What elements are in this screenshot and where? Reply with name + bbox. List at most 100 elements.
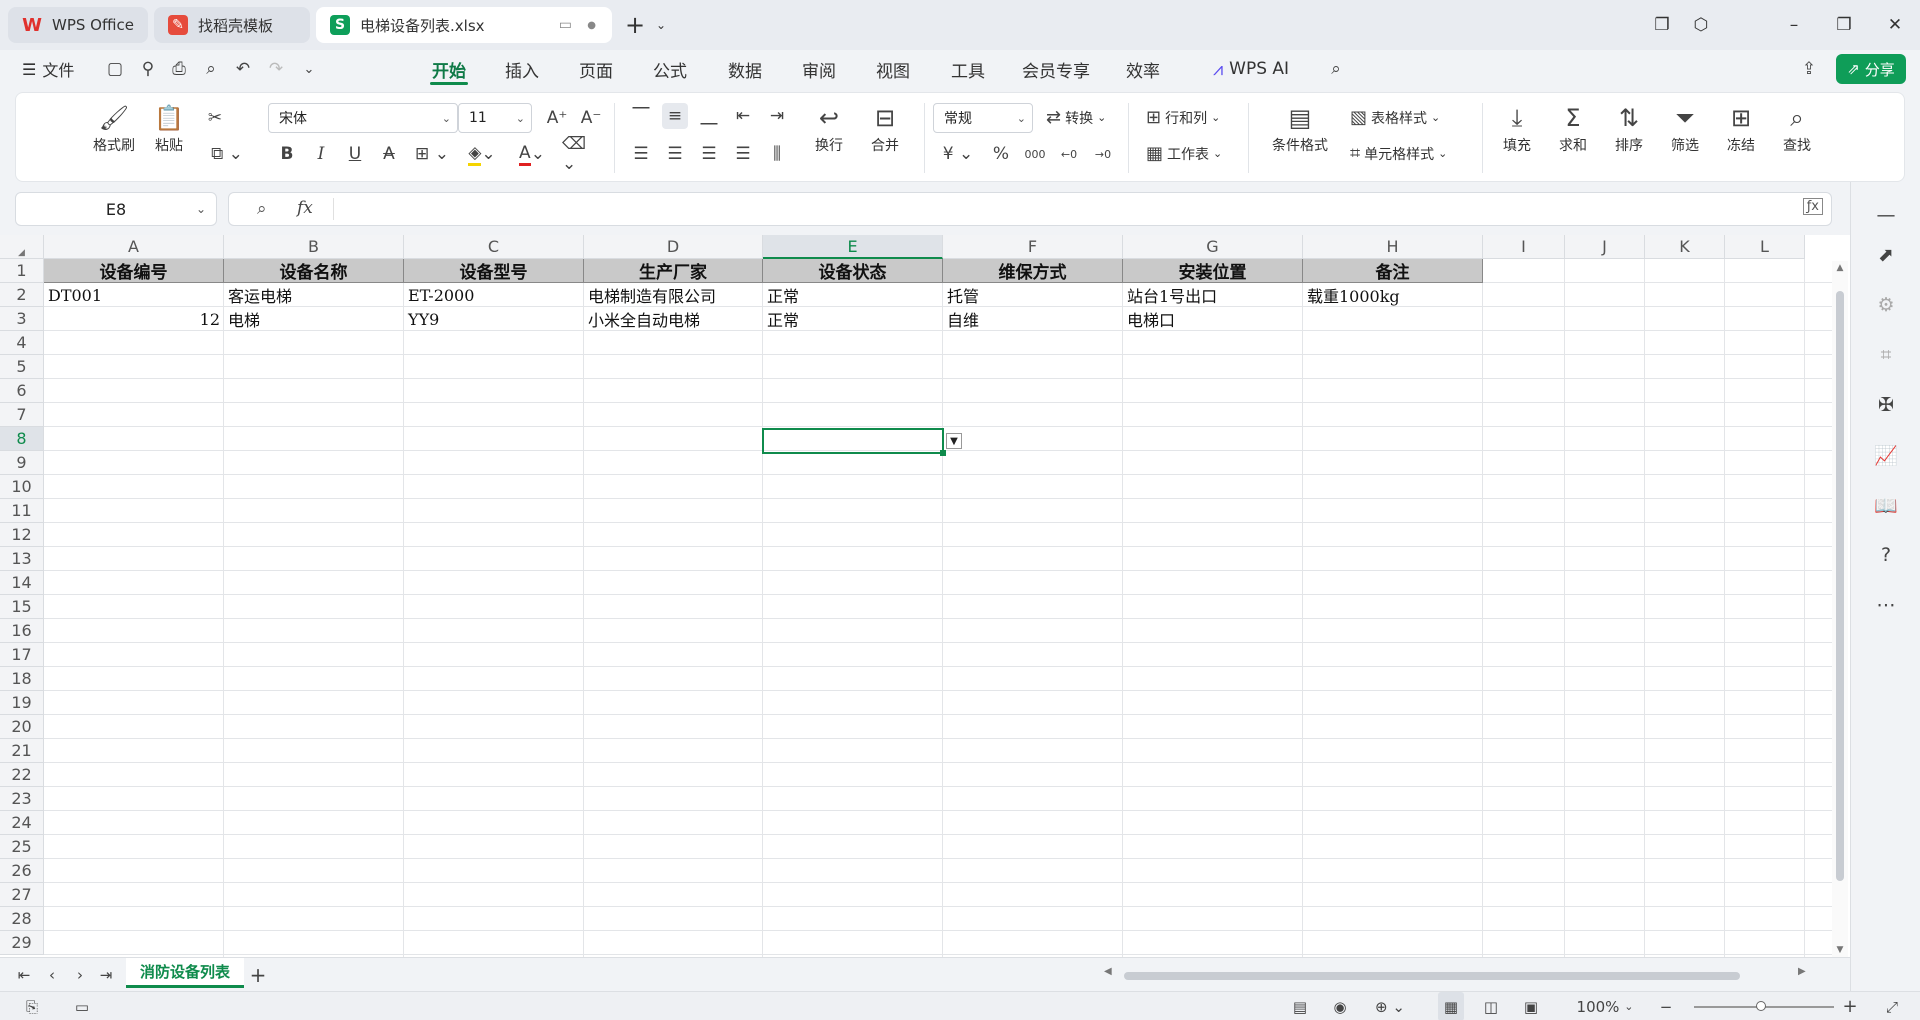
row-header-14[interactable]: 14: [0, 571, 44, 595]
cell-g2[interactable]: 站台1号出口: [1123, 283, 1303, 307]
row-header-3[interactable]: 3: [0, 307, 44, 331]
row-header-17[interactable]: 17: [0, 643, 44, 667]
underline-button[interactable]: U: [342, 141, 368, 167]
sort-button[interactable]: ⇅ 排序: [1606, 101, 1652, 155]
menu-efficiency[interactable]: 效率: [1116, 50, 1170, 88]
align-right-icon[interactable]: ☰: [696, 141, 722, 167]
cell-a3[interactable]: 12: [44, 307, 224, 331]
justify-icon[interactable]: ☰: [730, 141, 756, 167]
page-view-icon[interactable]: ▣: [1518, 992, 1544, 1020]
fullscreen-icon[interactable]: ⤢: [1880, 992, 1904, 1020]
macro-icon[interactable]: ⎘: [20, 992, 44, 1020]
column-header-f[interactable]: F: [943, 235, 1123, 259]
spreadsheet-grid[interactable]: ◢ ABCDEFGHIJKL 1 2 3 4 5 6 7 8 9 10 11 12 13 14 15 16 17…: [0, 235, 1850, 957]
header-cell-g[interactable]: 安装位置: [1123, 259, 1303, 283]
menu-view[interactable]: 视图: [866, 50, 920, 88]
print-icon[interactable]: ⎙: [168, 58, 190, 80]
scroll-right-icon[interactable]: ▶: [1798, 966, 1812, 977]
strikethrough-button[interactable]: A: [376, 141, 402, 167]
formula-bar[interactable]: ⌕ fx ƒx: [228, 192, 1832, 226]
maximize-icon[interactable]: ❐: [1829, 10, 1859, 40]
fill-color-icon[interactable]: ◈ ⌄: [462, 141, 502, 167]
column-header-l[interactable]: L: [1725, 235, 1805, 259]
row-header-28[interactable]: 28: [0, 907, 44, 931]
vertical-scroll-thumb[interactable]: [1836, 291, 1844, 881]
column-header-h[interactable]: H: [1303, 235, 1483, 259]
active-cell-selection[interactable]: [762, 428, 944, 454]
first-sheet-icon[interactable]: ⇤: [14, 958, 34, 992]
clear-format-icon[interactable]: ⌫ ⌄: [562, 134, 602, 174]
row-header-26[interactable]: 26: [0, 859, 44, 883]
header-cell-e[interactable]: 设备状态: [763, 259, 943, 283]
formula-expand-icon[interactable]: ƒx: [1802, 198, 1823, 215]
tab-elevator-list[interactable]: S 电梯设备列表.xlsx ▭ ●: [316, 7, 612, 43]
column-header-j[interactable]: J: [1565, 235, 1645, 259]
cell-f3[interactable]: 自维: [943, 307, 1123, 331]
search-icon[interactable]: ⌕: [1325, 58, 1347, 80]
decrease-indent-icon[interactable]: ⇤: [730, 103, 756, 129]
undo-icon[interactable]: ↶: [232, 58, 254, 80]
font-color-icon[interactable]: A ⌄: [512, 141, 552, 167]
header-cell-c[interactable]: 设备型号: [404, 259, 584, 283]
header-cell-a[interactable]: 设备编号: [44, 259, 224, 283]
thousands-icon[interactable]: 000: [1022, 141, 1048, 167]
header-cell-d[interactable]: 生产厂家: [584, 259, 763, 283]
bold-button[interactable]: B: [274, 141, 300, 167]
menu-page[interactable]: 页面: [569, 50, 623, 88]
scroll-left-icon[interactable]: ◀: [1104, 966, 1118, 977]
column-header-e[interactable]: E: [763, 235, 943, 259]
zoom-formula-icon[interactable]: ⌕: [257, 199, 267, 219]
cell-c3[interactable]: YY9: [404, 307, 584, 331]
zoom-level-select[interactable]: 100% ⌄: [1570, 992, 1640, 1020]
fx-icon[interactable]: fx: [297, 198, 313, 218]
paste-button[interactable]: 📋 粘贴: [146, 101, 192, 155]
decrease-font-icon[interactable]: A⁻: [578, 105, 604, 131]
row-header-12[interactable]: 12: [0, 523, 44, 547]
cloud-upload-icon[interactable]: ⇪: [1798, 58, 1820, 80]
cell-b2[interactable]: 客运电梯: [224, 283, 404, 307]
align-center-icon[interactable]: ☰: [662, 141, 688, 167]
minimize-icon[interactable]: –: [1779, 10, 1809, 40]
cell-c2[interactable]: ET-2000: [404, 283, 584, 307]
column-header-c[interactable]: C: [404, 235, 584, 259]
zoom-in-icon[interactable]: +: [1840, 992, 1860, 1020]
cell-e3[interactable]: 正常: [763, 307, 943, 331]
book-search-icon[interactable]: 📖: [1873, 492, 1899, 518]
copy-icon[interactable]: ⧉ ⌄: [207, 141, 247, 167]
font-name-select[interactable]: 宋体 ⌄: [268, 103, 458, 133]
cell-d2[interactable]: 电梯制造有限公司: [584, 283, 763, 307]
restore-window-icon[interactable]: ❐: [1647, 10, 1677, 40]
close-icon[interactable]: ✕: [1880, 10, 1910, 40]
column-header-a[interactable]: A: [44, 235, 224, 259]
sheet-tab-fire-equipment[interactable]: 消防设备列表: [126, 958, 244, 988]
scroll-down-icon[interactable]: ▼: [1832, 945, 1848, 955]
worksheet-button[interactable]: ▦ 工作表 ⌄: [1146, 143, 1222, 164]
row-header-10[interactable]: 10: [0, 475, 44, 499]
row-header-4[interactable]: 4: [0, 331, 44, 355]
freeze-button[interactable]: ⊞ 冻结: [1718, 101, 1764, 155]
dropdown-arrow-icon[interactable]: ▼: [946, 433, 962, 449]
cell-h3[interactable]: [1303, 307, 1483, 331]
align-bottom-icon[interactable]: ⎽: [696, 103, 722, 129]
chevron-down-icon[interactable]: ⌄: [298, 58, 320, 80]
chart-icon[interactable]: 📈: [1873, 442, 1899, 468]
row-header-27[interactable]: 27: [0, 883, 44, 907]
name-box[interactable]: E8 ⌄: [15, 192, 217, 226]
zoom-slider-knob[interactable]: [1756, 1001, 1766, 1011]
row-header-11[interactable]: 11: [0, 499, 44, 523]
menu-review[interactable]: 审阅: [792, 50, 846, 88]
font-size-select[interactable]: 11 ⌄: [458, 103, 532, 133]
row-header-8[interactable]: 8: [0, 427, 44, 451]
cell-b3[interactable]: 电梯: [224, 307, 404, 331]
scroll-up-icon[interactable]: ▲: [1832, 263, 1848, 273]
cube-icon[interactable]: ⬡: [1686, 10, 1716, 40]
cursor-select-icon[interactable]: ⬈: [1873, 242, 1899, 268]
column-header-d[interactable]: D: [584, 235, 763, 259]
cell-g3[interactable]: 电梯口: [1123, 307, 1303, 331]
column-header-i[interactable]: I: [1483, 235, 1565, 259]
select-all-corner[interactable]: ◢: [0, 235, 44, 259]
wrap-text-button[interactable]: ↩ 换行: [808, 101, 850, 155]
row-header-2[interactable]: 2: [0, 283, 44, 307]
increase-indent-icon[interactable]: ⇥: [764, 103, 790, 129]
header-cell-b[interactable]: 设备名称: [224, 259, 404, 283]
